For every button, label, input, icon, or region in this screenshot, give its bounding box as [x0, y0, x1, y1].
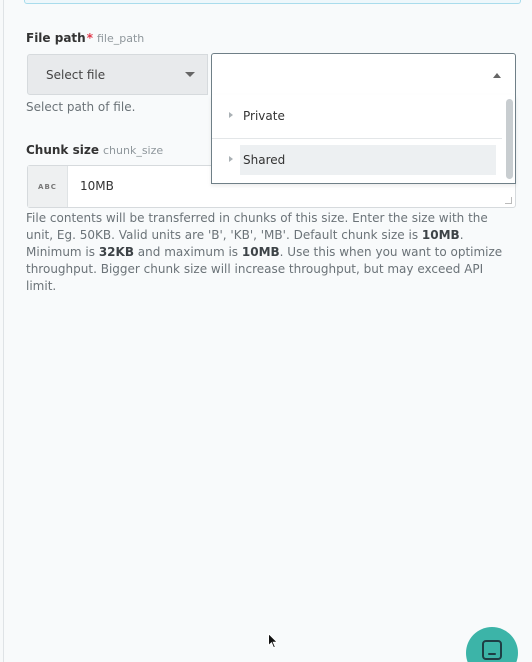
chunk-size-hint: File contents will be transferred in chu… — [26, 210, 512, 295]
hint-bold: 32KB — [98, 245, 134, 259]
hint-text: File contents will be transferred in chu… — [26, 211, 488, 242]
text-type-badge: ABC — [28, 166, 68, 207]
chevron-up-icon[interactable] — [493, 73, 501, 78]
dropdown-item-label: Shared — [243, 153, 286, 167]
mouse-cursor-icon — [268, 633, 278, 649]
file-path-hint: Select path of file. — [26, 100, 136, 114]
dropdown-scrollbar[interactable] — [506, 99, 513, 179]
chunk-size-value: 10MB — [80, 179, 114, 193]
expand-arrow-icon[interactable] — [229, 156, 233, 162]
file-path-key: file_path — [97, 32, 145, 45]
chunk-size-label-text: Chunk size — [26, 143, 99, 157]
required-mark: * — [86, 31, 93, 45]
hint-bold: 10MB — [241, 245, 280, 259]
info-banner — [24, 0, 521, 4]
file-path-dropdown: Private Shared — [211, 95, 516, 184]
chunk-size-label: Chunk size chunk_size — [26, 143, 163, 157]
dropdown-item-shared[interactable]: Shared — [212, 139, 502, 182]
dropdown-item-label: Private — [243, 109, 285, 123]
hint-bold: 10MB — [421, 228, 460, 242]
file-path-label-text: File path — [26, 31, 86, 45]
chat-icon — [482, 640, 502, 660]
select-file-button[interactable]: Select file — [27, 54, 208, 95]
chevron-down-icon — [185, 72, 195, 77]
form-panel: File path* file_path Select file Select p… — [3, 0, 532, 662]
file-path-input[interactable] — [211, 53, 516, 96]
resize-handle-icon[interactable] — [505, 197, 512, 204]
select-file-label: Select file — [46, 67, 106, 82]
hint-text: and maximum is — [133, 245, 242, 259]
file-path-label: File path* file_path — [26, 31, 144, 45]
expand-arrow-icon[interactable] — [229, 112, 233, 118]
chunk-size-key: chunk_size — [102, 144, 164, 157]
dropdown-item-private[interactable]: Private — [212, 95, 502, 138]
